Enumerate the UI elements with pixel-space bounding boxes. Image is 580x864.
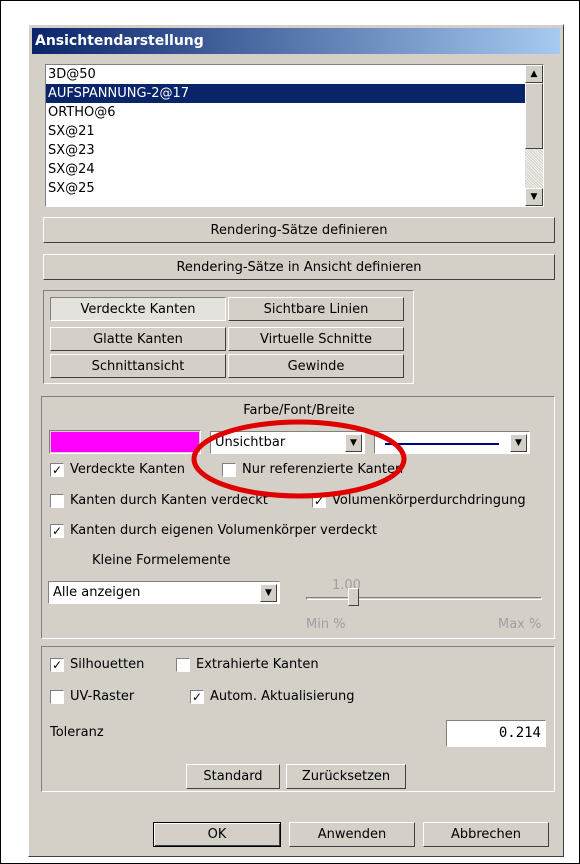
tab-visible-lines[interactable]: Sichtbare Linien xyxy=(228,297,404,321)
view-list[interactable]: 3D@50 AUFSPANNUNG-2@17 ORTHO@6 SX@21 SX@23 SX… xyxy=(45,64,544,207)
checkbox-box: ✓ xyxy=(50,523,64,538)
tab-smooth-edges[interactable]: Glatte Kanten xyxy=(50,327,226,351)
view-list-item[interactable]: SX@25 xyxy=(46,179,543,198)
style-heading: Farbe/Font/Breite xyxy=(243,403,355,418)
checkbox-label: UV-Raster xyxy=(70,689,135,704)
checkbox-label: Kanten durch eigenen Volumenkörper verde… xyxy=(70,523,378,538)
checkbox-box xyxy=(50,689,64,704)
reset-button[interactable]: Zurücksetzen xyxy=(286,764,406,789)
checkbox-box: ✓ xyxy=(190,689,204,704)
small-features-label: Kleine Formelemente xyxy=(92,553,231,568)
checkbox-box xyxy=(176,657,190,672)
standard-button[interactable]: Standard xyxy=(186,764,280,789)
slider-track[interactable] xyxy=(306,597,542,600)
ok-button[interactable]: OK xyxy=(153,822,281,847)
define-rendering-sets-button[interactable]: Rendering-Sätze definieren xyxy=(43,217,555,243)
chevron-down-icon[interactable]: ▼ xyxy=(260,584,277,602)
slider-min-label: Min % xyxy=(306,617,346,632)
checkbox-box: ✓ xyxy=(50,657,64,672)
highlight-ellipse xyxy=(191,419,407,499)
view-list-scrollbar[interactable]: ▲ ▼ xyxy=(525,65,543,206)
tab-hidden-edges[interactable]: Verdeckte Kanten xyxy=(50,297,226,321)
view-list-item[interactable]: AUFSPANNUNG-2@17 xyxy=(46,84,543,103)
slider-thumb[interactable] xyxy=(348,588,360,606)
auto-update-checkbox[interactable]: ✓ Autom. Aktualisierung xyxy=(190,689,355,704)
view-list-item[interactable]: SX@24 xyxy=(46,160,543,179)
edge-type-group: Verdeckte Kanten Sichtbare Linien Glatte… xyxy=(43,290,414,384)
small-features-select[interactable]: Alle anzeigen ▼ xyxy=(48,581,280,604)
silhouettes-group: ✓ Silhouetten Extrahierte Kanten UV-Rast… xyxy=(41,646,555,792)
checkbox-box xyxy=(50,493,64,508)
uv-grid-checkbox[interactable]: UV-Raster xyxy=(50,689,134,704)
chevron-down-icon[interactable]: ▼ xyxy=(510,434,527,452)
checkbox-label: Extrahierte Kanten xyxy=(196,657,319,672)
scroll-down-icon[interactable]: ▼ xyxy=(525,188,543,206)
view-list-item[interactable]: SX@23 xyxy=(46,141,543,160)
checkbox-label: Silhouetten xyxy=(70,657,145,672)
scroll-up-icon[interactable]: ▲ xyxy=(525,65,543,83)
color-swatch[interactable] xyxy=(49,430,201,454)
highlight-ellipse-shape xyxy=(191,419,407,499)
hidden-by-own-solid-checkbox[interactable]: ✓ Kanten durch eigenen Volumenkörper ver… xyxy=(50,523,377,538)
apply-button[interactable]: Anwenden xyxy=(289,822,415,847)
cancel-button[interactable]: Abbrechen xyxy=(423,822,549,847)
slider-max-label: Max % xyxy=(498,617,542,632)
tolerance-label: Toleranz xyxy=(50,725,104,740)
define-rendering-sets-in-view-button[interactable]: Rendering-Sätze in Ansicht definieren xyxy=(43,254,555,280)
checkbox-label: Autom. Aktualisierung xyxy=(210,689,355,704)
tab-virtual-sections[interactable]: Virtuelle Schnitte xyxy=(228,327,404,351)
tolerance-input[interactable]: 0.214 xyxy=(446,720,546,747)
checkbox-box: ✓ xyxy=(50,462,64,477)
view-list-items: 3D@50 AUFSPANNUNG-2@17 ORTHO@6 SX@21 SX@23 SX… xyxy=(46,65,543,198)
small-features-select-value: Alle anzeigen xyxy=(53,585,141,600)
hidden-edges-checkbox[interactable]: ✓ Verdeckte Kanten xyxy=(50,462,185,477)
scroll-thumb[interactable] xyxy=(525,83,543,149)
view-list-item[interactable]: ORTHO@6 xyxy=(46,103,543,122)
view-list-item[interactable]: 3D@50 xyxy=(46,65,543,84)
view-list-item[interactable]: SX@21 xyxy=(46,122,543,141)
extracted-edges-checkbox[interactable]: Extrahierte Kanten xyxy=(176,657,319,672)
color-swatch-fill xyxy=(51,432,199,452)
dialog-title: Ansichtendarstellung xyxy=(32,28,560,54)
tab-section-view[interactable]: Schnittansicht xyxy=(50,354,226,378)
tab-threads[interactable]: Gewinde xyxy=(228,354,404,378)
silhouettes-checkbox[interactable]: ✓ Silhouetten xyxy=(50,657,144,672)
checkbox-label: Verdeckte Kanten xyxy=(70,462,185,477)
